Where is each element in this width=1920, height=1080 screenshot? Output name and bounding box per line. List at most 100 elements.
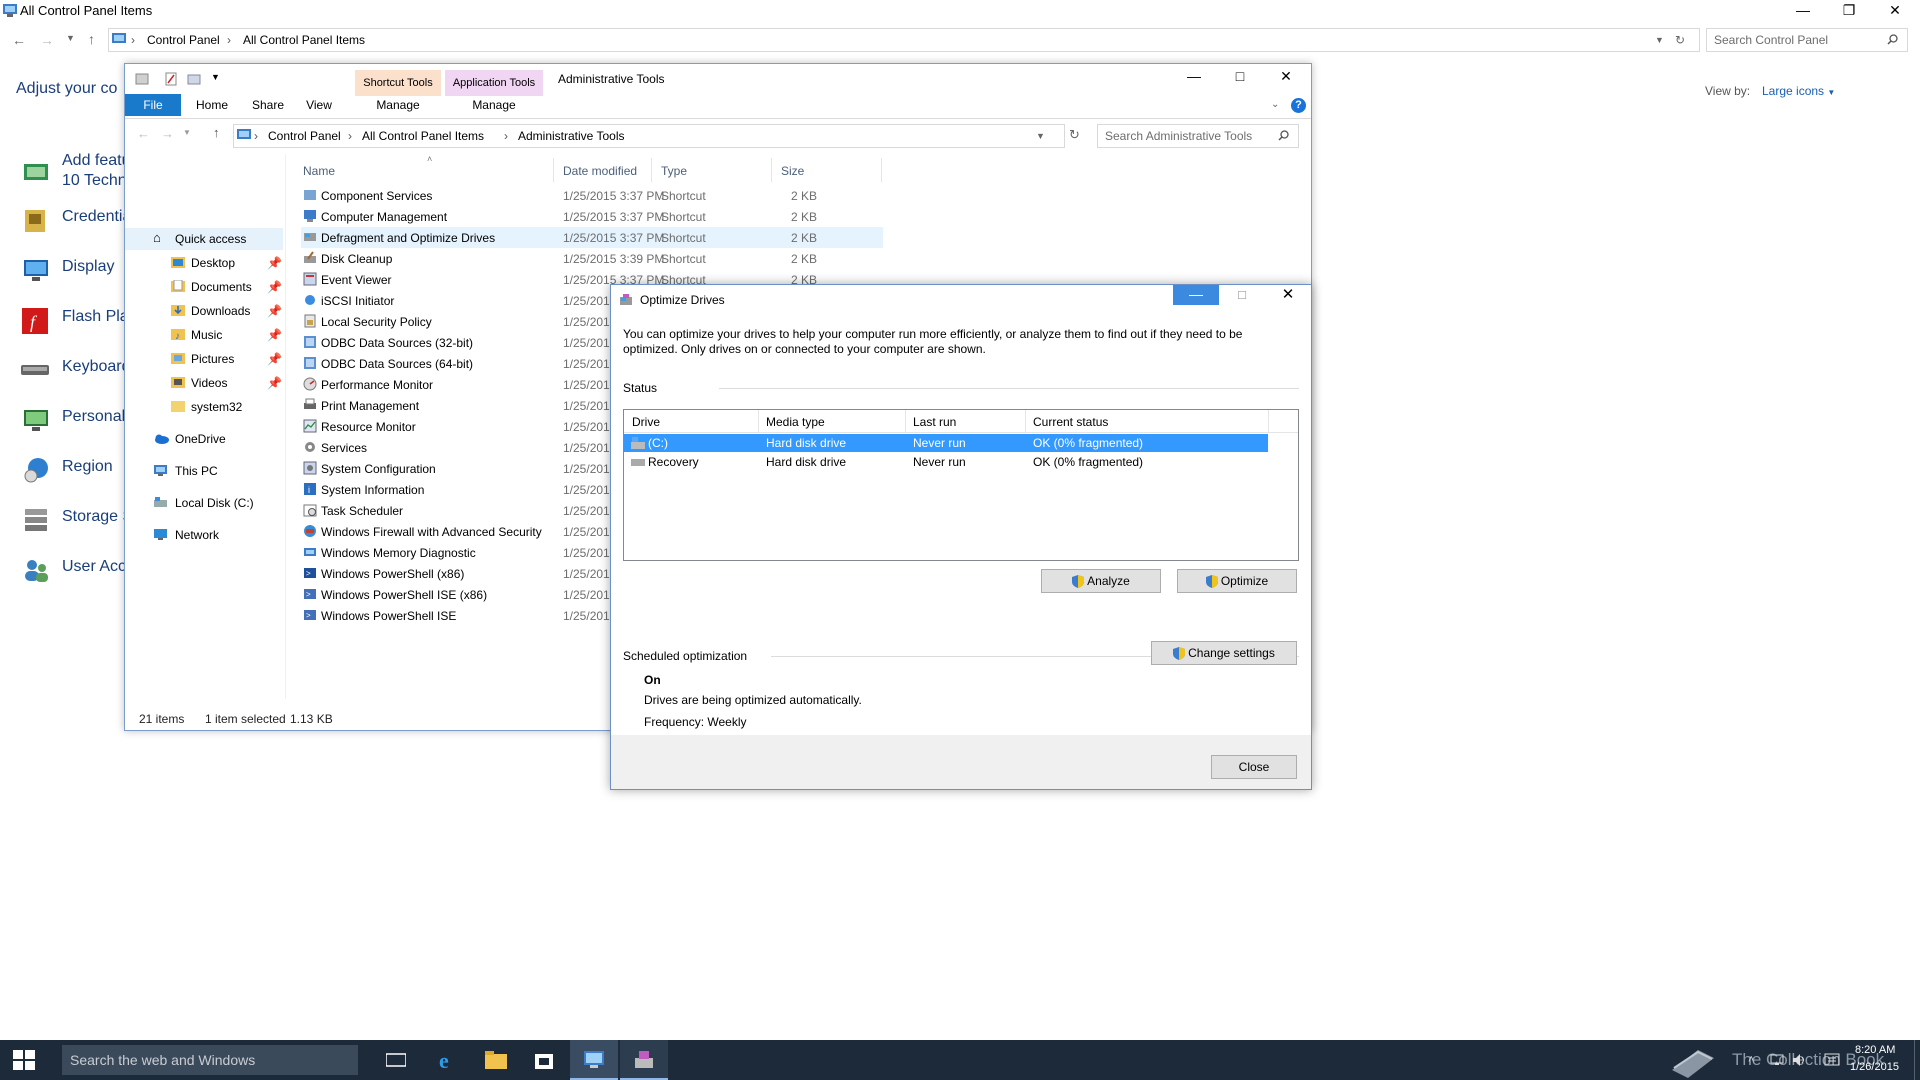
breadcrumb-control-panel[interactable]: Control Panel: [268, 129, 341, 143]
nav-quick-access[interactable]: ⌂ Quick access: [125, 228, 283, 250]
file-explorer-button[interactable]: [472, 1040, 520, 1080]
column-divider[interactable]: [1025, 410, 1026, 432]
up-arrow-icon[interactable]: ↑: [88, 31, 95, 47]
customize-toolbar-chevron-icon[interactable]: ▼: [211, 72, 220, 82]
pin-icon[interactable]: 📌: [267, 328, 282, 342]
breadcrumb-all-items[interactable]: All Control Panel Items: [243, 33, 365, 47]
refresh-icon[interactable]: ↻: [1675, 33, 1685, 47]
show-hidden-icons-chevron[interactable]: ˄: [1748, 1054, 1754, 1066]
address-bar[interactable]: › Control Panel › All Control Panel Item…: [108, 28, 1700, 52]
ribbon-tab-home[interactable]: Home: [187, 94, 237, 116]
column-divider[interactable]: [651, 158, 652, 182]
file-row[interactable]: Disk Cleanup 1/25/2015 3:39 PM Shortcut 2 K…: [301, 248, 883, 269]
column-divider[interactable]: [905, 410, 906, 432]
explorer-search-input[interactable]: Search Administrative Tools: [1097, 124, 1299, 148]
expand-ribbon-icon[interactable]: ⌄: [1271, 99, 1279, 110]
change-settings-button[interactable]: Change settings: [1151, 641, 1297, 665]
clock-date[interactable]: 1/26/2015: [1850, 1061, 1899, 1073]
file-type: Shortcut: [661, 189, 706, 203]
minimize-button[interactable]: —: [1780, 0, 1826, 22]
drive-row[interactable]: Recovery Hard disk drive Never run OK (0…: [624, 453, 1268, 471]
dialog-maximize-button[interactable]: □: [1219, 285, 1265, 305]
dialog-close-x-button[interactable]: ✕: [1265, 285, 1311, 305]
column-header-media-type[interactable]: Media type: [766, 415, 825, 429]
close-button[interactable]: ✕: [1872, 0, 1918, 22]
breadcrumb-administrative-tools[interactable]: Administrative Tools: [518, 129, 625, 143]
column-header-date[interactable]: Date modified: [563, 164, 637, 178]
refresh-icon[interactable]: ↻: [1069, 127, 1080, 143]
breadcrumb-all-items[interactable]: All Control Panel Items: [362, 129, 484, 143]
column-divider[interactable]: [881, 158, 882, 182]
clock-time[interactable]: 8:20 AM: [1855, 1044, 1895, 1056]
ribbon-tab-manage-shortcut[interactable]: Manage: [355, 94, 441, 116]
optimize-drives-taskbar-button[interactable]: [620, 1040, 668, 1080]
optimize-drives-dialog: Optimize Drives — □ ✕ You can optimize y…: [610, 284, 1312, 790]
forward-arrow-icon[interactable]: →: [161, 126, 174, 141]
dialog-minimize-button[interactable]: —: [1173, 285, 1219, 305]
properties-icon[interactable]: [165, 72, 177, 86]
column-header-name[interactable]: Name: [303, 164, 335, 178]
address-dropdown-icon[interactable]: ▼: [1036, 131, 1045, 141]
view-by-dropdown[interactable]: Large icons ▼: [1762, 84, 1835, 98]
optimize-button[interactable]: Optimize: [1177, 569, 1297, 593]
file-row[interactable]: Component Services 1/25/2015 3:37 PM Short…: [301, 185, 883, 206]
pin-icon[interactable]: 📌: [267, 304, 282, 318]
back-arrow-icon[interactable]: ←: [137, 126, 150, 141]
explorer-minimize-button[interactable]: —: [1171, 66, 1217, 88]
dialog-description: You can optimize your drives to help you…: [623, 327, 1243, 356]
task-view-button[interactable]: [372, 1040, 420, 1080]
explorer-maximize-button[interactable]: □: [1217, 66, 1263, 88]
breadcrumb-control-panel[interactable]: Control Panel: [147, 33, 220, 47]
file-name: iSCSI Initiator: [321, 294, 395, 308]
column-header-size[interactable]: Size: [781, 164, 804, 178]
pin-icon[interactable]: 📌: [267, 256, 282, 270]
explorer-close-button[interactable]: ✕: [1263, 66, 1309, 88]
file-row[interactable]: Computer Management 1/25/2015 3:37 PM Shor…: [301, 206, 883, 227]
ribbon-tab-file[interactable]: File: [125, 94, 181, 116]
restore-button[interactable]: ❐: [1826, 0, 1872, 22]
column-divider[interactable]: [771, 158, 772, 182]
back-arrow-icon[interactable]: ←: [12, 32, 26, 48]
cp-item-label: Flash Pla: [62, 308, 129, 325]
keyboard-icon: [21, 365, 49, 375]
recent-chevron-icon[interactable]: ▼: [183, 128, 191, 137]
network-tray-icon[interactable]: [1770, 1054, 1784, 1066]
breadcrumb-separator: ›: [504, 129, 508, 143]
help-icon[interactable]: ?: [1291, 98, 1306, 113]
column-header-last-run[interactable]: Last run: [913, 415, 956, 429]
recent-chevron-icon[interactable]: ▼: [66, 33, 75, 43]
ribbon-tab-share[interactable]: Share: [243, 94, 293, 116]
analyze-button[interactable]: Analyze: [1041, 569, 1161, 593]
file-date: 1/25/201: [563, 504, 610, 518]
up-arrow-icon[interactable]: ↑: [213, 125, 220, 140]
new-folder-icon[interactable]: [187, 72, 201, 86]
explorer-address-bar[interactable]: › Control Panel › All Control Panel Item…: [233, 124, 1065, 148]
column-divider[interactable]: [553, 158, 554, 182]
volume-icon[interactable]: [1792, 1053, 1808, 1067]
address-dropdown-icon[interactable]: ▼: [1655, 35, 1664, 45]
start-button[interactable]: [0, 1040, 48, 1080]
file-row-hovered[interactable]: Defragment and Optimize Drives 1/25/2015 …: [301, 227, 883, 248]
column-header-type[interactable]: Type: [661, 164, 687, 178]
action-center-icon[interactable]: [1824, 1053, 1840, 1067]
pin-icon[interactable]: 📌: [267, 376, 282, 390]
pin-icon[interactable]: 📌: [267, 352, 282, 366]
pin-icon[interactable]: 📌: [267, 280, 282, 294]
show-desktop-button[interactable]: [1914, 1040, 1920, 1080]
forward-arrow-icon[interactable]: →: [40, 32, 54, 48]
drives-list[interactable]: Drive Media type Last run Current status…: [623, 409, 1299, 561]
column-header-current-status[interactable]: Current status: [1033, 415, 1108, 429]
taskbar-search-box[interactable]: Search the web and Windows: [62, 1045, 358, 1075]
drive-row-selected[interactable]: (C:) Hard disk drive Never run OK (0% fr…: [624, 434, 1268, 452]
internet-explorer-button[interactable]: e: [424, 1040, 472, 1080]
column-divider[interactable]: [758, 410, 759, 432]
search-input[interactable]: Search Control Panel: [1706, 28, 1908, 52]
ribbon-tab-view[interactable]: View: [297, 94, 341, 116]
column-divider[interactable]: [1268, 410, 1269, 432]
column-header-drive[interactable]: Drive: [632, 415, 660, 429]
quick-access-toolbar-icon[interactable]: [135, 72, 149, 86]
store-button[interactable]: [520, 1040, 568, 1080]
ribbon-tab-manage-application[interactable]: Manage: [445, 94, 543, 116]
close-button[interactable]: Close: [1211, 755, 1297, 779]
control-panel-taskbar-button[interactable]: [570, 1040, 618, 1080]
